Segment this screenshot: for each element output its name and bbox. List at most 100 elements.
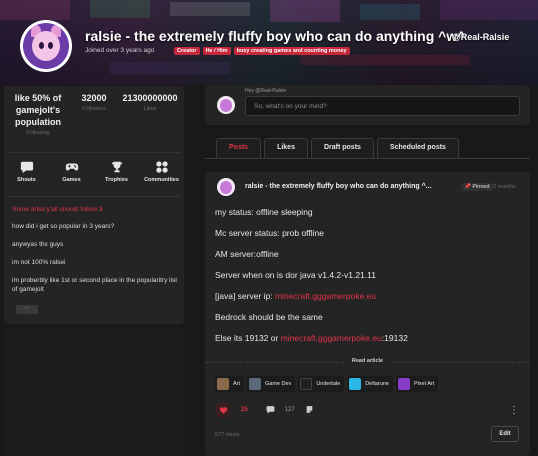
profile-stats: like 50% of gamejolt's population Follow… [4,92,184,136]
stat-label: Likes [143,106,157,112]
edit-post-button[interactable]: Edit [491,426,519,442]
pinned-label: Pinned [472,184,490,190]
post-actions: 25 127 [215,402,314,418]
community-chip-art[interactable]: Art [215,376,245,392]
profile-tags: Creator He / Him busy creating games and… [174,47,350,55]
profile-nav: Shouts Games Trophies Communities [4,160,184,183]
community-chip-pixel-art[interactable]: Pixel Art [396,376,439,392]
community-chip-undertale[interactable]: Undertale [298,376,345,392]
tabs-underline [205,158,530,159]
community-chip-game-dev[interactable]: Game Dev [247,376,296,392]
bio-line: im not 100% ralsei [12,259,66,266]
community-thumbnail [217,378,229,390]
stat-label: Followers [82,106,106,112]
gamepad-icon [65,163,78,171]
community-thumbnail [300,378,313,390]
pronouns-tag: He / Him [202,47,231,55]
sticker-icon [306,405,313,413]
composer-greeting: Hey @Real-Ralsie [245,88,287,94]
tab-likes[interactable]: Likes [264,138,308,158]
nav-label: Trophies [105,177,128,183]
bio-line: im proberbly like 1st or second place in… [12,277,178,293]
stat-following[interactable]: like 50% of gamejolt's population Follow… [4,92,72,136]
like-button[interactable] [215,402,231,418]
joined-date: Joined over 3 years ago [85,47,155,54]
avatar-image [23,23,69,69]
like-count[interactable]: 25 [241,407,248,413]
chat-bubble-icon [20,161,33,174]
profile-header: ralsie - the extremely fluffy boy who ca… [0,0,538,85]
post-line: my status: offline sleeping [215,207,313,217]
stat-value: 32000 [81,93,107,103]
post-line: AM server:offline [215,249,279,259]
bio-accent-line: Some artist y'all should follow:3 [12,206,103,213]
tab-posts[interactable]: Posts [216,138,262,158]
community-name: Art [233,381,241,387]
read-article-label[interactable]: Read article [345,358,390,364]
heart-icon [219,406,227,414]
composer-avatar [217,96,235,114]
sidebar-spacer [4,328,184,456]
nav-communities[interactable]: Communities [142,160,182,183]
avatar-eye [48,42,53,49]
comment-count[interactable]: 127 [285,407,295,413]
nav-label: Shouts [17,177,36,183]
community-name: Game Dev [265,381,292,387]
comment-icon [266,405,275,413]
community-thumbnail [398,378,411,390]
stat-followers[interactable]: 32000 Followers [72,92,116,136]
avatar-eye [39,42,44,49]
post-author-avatar[interactable] [217,178,235,196]
nav-games[interactable]: Games [52,160,92,183]
profile-display-name: ralsie - the extremely fluffy boy who ca… [85,28,466,44]
more-options-icon[interactable]: ⋮ [509,405,519,416]
divider [8,196,180,197]
server-link[interactable]: minecraft.gggamerpoke.eu [275,291,376,301]
post-author-name[interactable]: ralsie - the extremely fluffy boy who ca… [245,183,432,190]
comment-button[interactable] [266,405,275,416]
pinned-badge: 📌 Pinned [461,183,493,191]
post-body: my status: offline sleeping Mc server st… [215,207,520,354]
server-link[interactable]: minecraft.gggamerpoke.eu [281,333,382,343]
profile-avatar[interactable] [20,20,72,72]
view-count: 577 views [215,432,240,438]
community-name: Undertale [316,381,341,387]
community-name: Pixel Art [414,381,435,387]
feed-tabs: Posts Likes Draft posts Scheduled posts [216,138,459,158]
pinned-post: ralsie - the extremely fluffy boy who ca… [205,172,530,456]
post-line: [java] server ip: minecraft.gggamerpoke.… [215,291,520,302]
composer-input[interactable]: So, what's on your mind? [245,96,520,116]
post-line: Bedrock should be the same [215,312,323,322]
avatar-face [32,31,60,61]
pin-icon: 📌 [464,184,471,190]
read-article-link[interactable]: Read article [205,358,530,364]
post-text: :19132 [381,333,408,343]
sticker-button[interactable] [305,405,314,416]
nav-trophies[interactable]: Trophies [97,160,137,183]
community-chip-deltarune[interactable]: Deltarune [347,376,394,392]
post-line: Mc server status: prob offline [215,228,324,238]
nav-label: Communities [144,177,179,183]
creator-tag[interactable]: Creator [174,47,200,55]
post-line: Else its 19132 or minecraft.gggamerpoke.… [215,333,520,344]
post-line: Server when on is dor java v1.4.2-v1.21.… [215,270,376,280]
post-communities: Art Game Dev Undertale Deltarune Pixel A… [215,376,439,392]
profile-handle[interactable]: @Real-Ralsie [452,32,509,42]
stat-likes[interactable]: 21300000000 Likes [116,92,184,136]
bio-more-button[interactable]: ··· [16,305,38,314]
community-thumbnail [349,378,362,390]
tab-scheduled-posts[interactable]: Scheduled posts [376,138,459,158]
trophy-icon [111,161,122,173]
profile-sidebar-card: like 50% of gamejolt's population Follow… [4,86,184,324]
stat-value: 21300000000 [122,93,178,103]
post-composer: Hey @Real-Ralsie So, what's on your mind… [205,85,530,125]
bio-line: how did i get so popular in 3 years? [12,223,115,230]
bio-line: anywyas thx guys [12,241,64,248]
tab-draft-posts[interactable]: Draft posts [310,138,374,158]
post-timestamp: 2 months [493,184,516,190]
nav-shouts[interactable]: Shouts [7,160,47,183]
stat-label: Following [26,130,50,136]
community-name: Deltarune [365,381,390,387]
communities-icon [155,161,168,173]
status-tag: busy creating games and counting money [233,47,350,55]
